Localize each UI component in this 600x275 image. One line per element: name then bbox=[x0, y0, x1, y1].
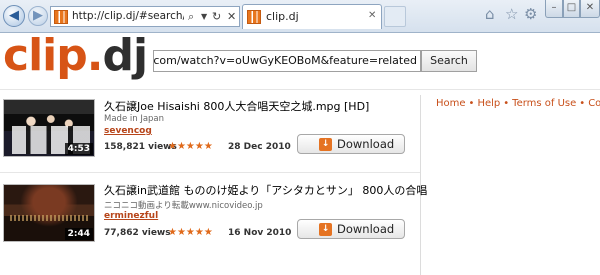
download-arrow-icon: ↓ bbox=[319, 138, 332, 151]
download-label: Download bbox=[337, 137, 395, 151]
tab-close-icon[interactable]: ✕ bbox=[368, 10, 376, 21]
video-uploader-link[interactable]: erminezful bbox=[104, 211, 158, 221]
home-icon[interactable]: ⌂ bbox=[485, 5, 495, 23]
back-arrow-icon[interactable]: ◀ bbox=[3, 5, 25, 27]
site-favicon-icon bbox=[54, 10, 68, 24]
rating-stars-icon: ★★★★★ bbox=[168, 227, 213, 238]
item-divider bbox=[0, 172, 420, 173]
search-icon[interactable]: ⌕ bbox=[188, 10, 194, 24]
nav-home-link[interactable]: Home bbox=[436, 98, 466, 109]
video-views: 77,862 views bbox=[104, 228, 171, 238]
video-thumbnail[interactable]: 2:44 bbox=[3, 184, 95, 242]
video-list-item: 4:53 久石譲Joe Hisaishi 800人大合唱天空之城.mpg [HD… bbox=[0, 95, 420, 175]
video-thumbnail[interactable]: 4:53 bbox=[3, 99, 95, 157]
new-tab-button[interactable] bbox=[384, 6, 406, 27]
nav-bullet: • bbox=[503, 98, 510, 109]
search-button[interactable]: Search bbox=[421, 50, 477, 72]
close-window-button[interactable]: ✕ bbox=[580, 0, 600, 18]
duration-badge: 4:53 bbox=[64, 143, 93, 155]
video-title[interactable]: 久石譲Joe Hisaishi 800人大合唱天空之城.mpg [HD] bbox=[104, 98, 369, 114]
video-date: 28 Dec 2010 bbox=[228, 142, 291, 152]
video-list-item: 2:44 久石譲in武道館 もののけ姫より「アシタカとサン」 800人の合唱 ニ… bbox=[0, 180, 427, 260]
video-description: ニコニコ動画より転載www.nicovideo.jp bbox=[104, 201, 263, 211]
duration-badge: 2:44 bbox=[64, 228, 93, 240]
star-icon[interactable]: ☆ bbox=[505, 5, 518, 23]
stop-icon[interactable]: ✕ bbox=[227, 10, 236, 23]
video-views: 158,821 views bbox=[104, 142, 177, 152]
video-title[interactable]: 久石譲in武道館 もののけ姫より「アシタカとサン」 800人の合唱 bbox=[104, 182, 427, 198]
download-button[interactable]: ↓ Download bbox=[297, 134, 405, 154]
download-button[interactable]: ↓ Download bbox=[297, 219, 405, 239]
download-arrow-icon: ↓ bbox=[319, 223, 332, 236]
tab-favicon-icon bbox=[247, 10, 261, 24]
dropdown-icon[interactable]: ▼ bbox=[201, 12, 207, 21]
refresh-icon[interactable]: ↻ bbox=[212, 10, 221, 23]
video-url-input[interactable]: w.youtube.com/watch?v=oUwGyKEOBoM&featur… bbox=[153, 50, 421, 72]
video-date: 16 Nov 2010 bbox=[228, 228, 292, 238]
tab-title: clip.dj bbox=[266, 10, 299, 23]
forward-arrow-icon[interactable]: ▶ bbox=[28, 6, 48, 26]
gear-icon[interactable]: ⚙ bbox=[524, 5, 537, 23]
nav-contact-link[interactable]: Conta bbox=[588, 98, 600, 109]
minimize-button[interactable]: – bbox=[545, 0, 563, 18]
browser-toolbar: ◀ ▶ http://clip.dj/#search/http:// ⌕ ▼ ↻… bbox=[0, 0, 600, 33]
download-label: Download bbox=[337, 222, 395, 236]
video-description: Made in Japan bbox=[104, 114, 165, 124]
site-logo[interactable]: clip.dj bbox=[3, 34, 148, 78]
nav-bullet: • bbox=[468, 98, 475, 109]
maximize-button[interactable]: □ bbox=[563, 0, 580, 18]
browser-tab[interactable]: clip.dj ✕ bbox=[242, 4, 382, 29]
video-uploader-link[interactable]: sevencog bbox=[104, 126, 152, 136]
nav-terms-link[interactable]: Terms of Use bbox=[512, 98, 576, 109]
rating-stars-icon: ★★★★★ bbox=[168, 141, 213, 152]
header-divider bbox=[0, 89, 600, 90]
nav-bullet: • bbox=[579, 98, 586, 109]
video-url-value: w.youtube.com/watch?v=oUwGyKEOBoM&featur… bbox=[153, 54, 417, 67]
nav-help-link[interactable]: Help bbox=[477, 98, 500, 109]
address-text[interactable]: http://clip.dj/#search/http:// bbox=[72, 10, 184, 22]
address-bar[interactable]: http://clip.dj/#search/http:// ⌕ ▼ ↻ ✕ bbox=[50, 6, 240, 27]
site-nav: Home•Help•Terms of Use•Conta bbox=[436, 98, 600, 109]
